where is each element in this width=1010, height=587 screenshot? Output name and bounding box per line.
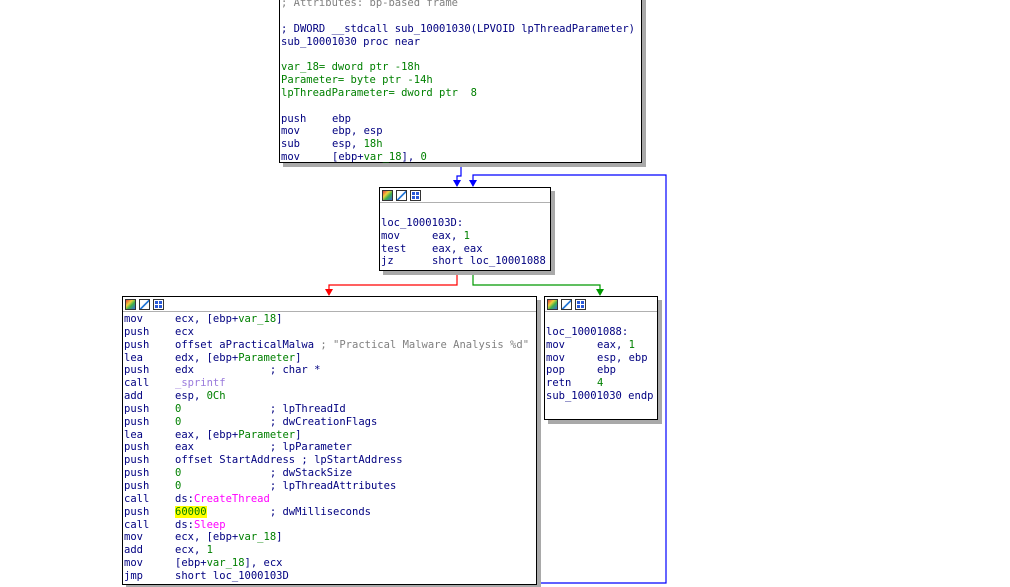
grid-icon[interactable]: [410, 189, 421, 201]
edge-back-loop-arrow: [469, 180, 477, 187]
instruction-line[interactable]: mov eax, 1: [381, 230, 550, 243]
parameter-decl: Parameter= byte ptr -14h: [281, 74, 433, 87]
instruction-line[interactable]: sub esp, 18h: [281, 138, 641, 151]
proc-line: sub_10001030 proc near: [281, 35, 421, 48]
instruction-line[interactable]: push 0 ; lpThreadAttributes: [124, 480, 536, 493]
edge-true-branch-arrow: [596, 289, 604, 296]
edge-true-branch: [472, 271, 601, 295]
instruction-line[interactable]: mov ecx, [ebp+var_18]: [124, 531, 536, 544]
instruction-line[interactable]: call ds:CreateThread: [124, 493, 536, 506]
instruction-line[interactable]: mov [ebp+var_18], ecx: [124, 557, 536, 570]
edge-false-branch-arrow: [325, 289, 333, 296]
instruction-line[interactable]: call _sprintf: [124, 377, 536, 390]
loop-condition-block[interactable]: loc_1000103D: mov eax, 1 test eax, eax jz s…: [379, 187, 551, 271]
exit-label[interactable]: loc_10001088:: [546, 326, 657, 339]
grid-icon[interactable]: [575, 298, 586, 310]
instruction-line[interactable]: mov esp, ebp: [546, 352, 657, 365]
function-signature: ; DWORD __stdcall sub_10001030(LPVOID lp…: [281, 22, 636, 35]
instruction-line[interactable]: push edx ; char *: [124, 364, 536, 377]
sleep-import[interactable]: Sleep: [194, 519, 226, 531]
createthread-import[interactable]: CreateThread: [194, 493, 270, 505]
highlighted-operand[interactable]: 60000: [175, 505, 207, 518]
sprintf-call-target[interactable]: _sprintf: [175, 377, 226, 389]
node-header: [545, 297, 657, 312]
instruction-line[interactable]: retn 4: [546, 377, 657, 390]
node-header: [123, 297, 536, 312]
instruction-line[interactable]: add esp, 0Ch: [124, 390, 536, 403]
instruction-line[interactable]: mov [ebp+var_18], 0: [281, 151, 641, 164]
instruction-line[interactable]: mov ebp, esp: [281, 125, 641, 138]
instruction-line[interactable]: test eax, eax: [381, 243, 550, 256]
grid-icon[interactable]: [153, 298, 164, 310]
instruction-line[interactable]: jz short loc_10001088: [381, 255, 550, 268]
exit-block[interactable]: loc_10001088: mov eax, 1 mov esp, ebp pop e…: [544, 296, 658, 420]
string-comment: ; "Practical Malware Analysis %d": [314, 338, 530, 351]
lpthreadparameter-decl: lpThreadParameter= dword ptr 8: [281, 86, 477, 99]
palette-icon[interactable]: [382, 189, 393, 201]
attributes-comment: ; Attributes: bp-based frame: [281, 0, 459, 9]
instruction-line[interactable]: mov eax, 1: [546, 339, 657, 352]
edit-icon[interactable]: [561, 298, 572, 310]
instruction-line[interactable]: push ecx: [124, 326, 536, 339]
palette-icon[interactable]: [547, 298, 558, 310]
palette-icon[interactable]: [125, 298, 136, 310]
instruction-line[interactable]: jmp short loc_1000103D: [124, 570, 536, 583]
instruction-line[interactable]: add ecx, 1: [124, 544, 536, 557]
instruction-line[interactable]: pop ebp: [546, 364, 657, 377]
instruction-line[interactable]: push 0 ; lpThreadId: [124, 403, 536, 416]
endp-line: sub_10001030 endp: [546, 390, 654, 403]
loop-label[interactable]: loc_1000103D:: [381, 217, 550, 230]
node-header: [380, 188, 550, 203]
instruction-line[interactable]: lea eax, [ebp+Parameter]: [124, 429, 536, 442]
instruction-line[interactable]: push eax ; lpParameter: [124, 441, 536, 454]
instruction-line[interactable]: push ebp: [281, 113, 641, 126]
loop-body-block[interactable]: mov ecx, [ebp+var_18] push ecx push offset …: [122, 296, 537, 585]
edit-icon[interactable]: [139, 298, 150, 310]
instruction-line[interactable]: push offset StartAddress ; lpStartAddress: [124, 454, 536, 467]
instruction-line[interactable]: push 60000 ; dwMilliseconds: [124, 505, 536, 519]
var-18-decl: var_18= dword ptr -18h: [281, 61, 421, 74]
instruction-line[interactable]: mov ecx, [ebp+var_18]: [124, 313, 536, 326]
edge-false-branch: [328, 271, 458, 295]
instruction-line[interactable]: push 0 ; dwCreationFlags: [124, 416, 536, 429]
edit-icon[interactable]: [396, 189, 407, 201]
instruction-line[interactable]: lea edx, [ebp+Parameter]: [124, 352, 536, 365]
instruction-line[interactable]: push offset aPracticalMalwa ; "Practical …: [124, 339, 536, 352]
edge-top-to-loop-arrow: [453, 180, 461, 187]
function-entry-block[interactable]: ; Attributes: bp-based frame ; DWORD __s…: [279, 0, 642, 163]
instruction-line[interactable]: call ds:Sleep: [124, 519, 536, 532]
instruction-line[interactable]: push 0 ; dwStackSize: [124, 467, 536, 480]
